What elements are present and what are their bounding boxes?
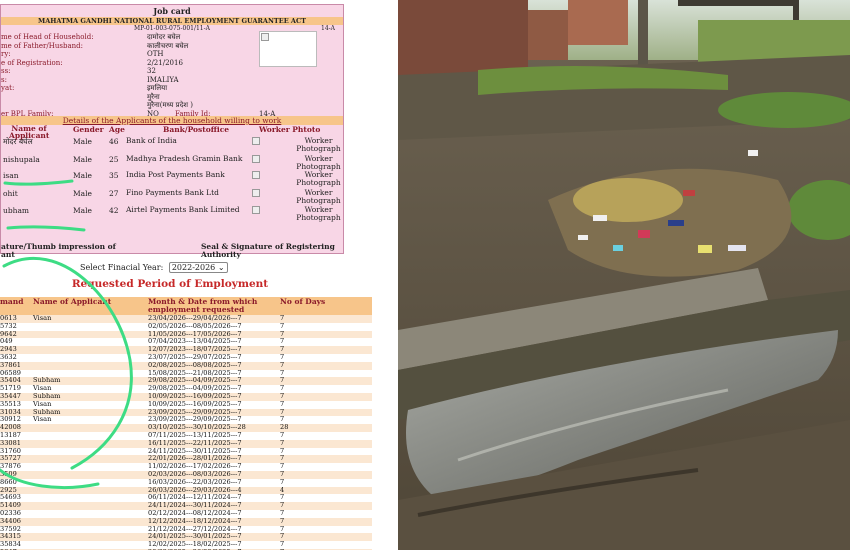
worker-photo-label: Worker Photograph <box>296 205 341 222</box>
applicant-age: 42 <box>109 206 119 215</box>
financial-year-select[interactable]: 2022-2026 ⌄ <box>168 262 228 273</box>
household-field-row: ss: 32 <box>1 67 345 76</box>
header-bank: Bank/Postoffice <box>163 125 230 134</box>
header-demand: mand <box>0 297 24 306</box>
field-value: मुरैना(मध्य प्रदेश ) <box>147 101 193 109</box>
header-applicant: Name of Applicant <box>33 297 112 306</box>
field-label: me of Father/Husband: <box>1 41 83 50</box>
household-field-row: मुरैना(मध्य प्रदेश ) <box>1 101 345 110</box>
applicant-bank: Madhya Pradesh Gramin Bank <box>126 154 243 163</box>
photo-panel <box>398 0 850 550</box>
household-field-row: मुरैना <box>1 93 345 102</box>
field-value: 32 <box>147 67 156 75</box>
applicant-gender: Male <box>73 189 92 198</box>
applicant-gender: Male <box>73 171 92 180</box>
authority-signature-label: Seal & Signature of Registering Authorit… <box>201 242 335 259</box>
applicant-name: ubham <box>3 206 30 215</box>
field-value: इमलिया <box>147 84 168 92</box>
pole <box>638 0 648 70</box>
worker-photo-label: Worker Photograph <box>296 154 341 171</box>
applicant-name: nishupala <box>3 155 40 164</box>
field-value: मुरैना <box>147 92 160 101</box>
applicant-row: मोदर बघेल Male 46 Bank of India Worker Photo… <box>1 137 343 154</box>
broken-image-icon <box>252 155 260 163</box>
employment-header-row: mand Name of Applicant Month & Date from… <box>0 297 372 315</box>
broken-image-icon <box>252 137 260 145</box>
financial-year-value: 2022-2026 <box>171 263 216 272</box>
applicant-name: Visan <box>33 415 52 424</box>
worker-photo-label: Worker Photograph <box>296 188 341 205</box>
header-age: Age <box>109 125 125 134</box>
financial-year-row: Select Finacial Year: 2022-2026 ⌄ <box>80 262 228 273</box>
broken-image-icon <box>252 206 260 214</box>
field-value: OTH <box>147 50 164 58</box>
field-label: s: <box>1 75 7 84</box>
applicant-bank: Airtel Payments Bank Limited <box>126 205 240 214</box>
field-value: कालीचरण बघेल <box>147 41 189 50</box>
job-card-title: Job card <box>153 6 191 16</box>
applicant-name: Visan <box>33 314 52 322</box>
applicant-gender: Male <box>73 155 92 164</box>
applicant-age: 35 <box>109 171 119 180</box>
applicant-signature-label: ature/Thumb impression of ant <box>1 242 116 259</box>
applicant-row: ubham Male 42 Airtel Payments Bank Limited W… <box>1 206 343 223</box>
field-value: दामोदर बघेल <box>147 33 181 41</box>
drainage-street-photo <box>398 0 850 550</box>
field-label: me of Head of Household: <box>1 33 94 41</box>
applicant-row: isan Male 35 India Post Payments Bank Worker… <box>1 171 343 188</box>
field-label: ss: <box>1 67 11 75</box>
brick-wall <box>398 0 528 75</box>
header-period: Month & Date from which employment reque… <box>148 297 258 314</box>
applicant-bank: Bank of India <box>126 136 177 145</box>
financial-year-label: Select Finacial Year: <box>80 263 164 272</box>
applicant-gender: Male <box>73 137 92 146</box>
field-value: 2/21/2016 <box>147 58 183 67</box>
registration-value: MP-01-003-075-001/11-A <box>134 25 210 32</box>
document-screenshot-panel: Job card MAHATMA GANDHI NATIONAL RURAL E… <box>0 0 392 550</box>
family-id-top: 14-A <box>321 25 335 32</box>
applicant-name: isan <box>3 171 19 180</box>
field-value: IMALIYA <box>147 75 179 84</box>
chevron-down-icon: ⌄ <box>217 263 225 272</box>
act-heading: MAHATMA GANDHI NATIONAL RURAL EMPLOYMENT… <box>1 17 343 25</box>
household-field-row: s: IMALIYA <box>1 76 345 85</box>
applicant-row: ohit Male 27 Fino Payments Bank Ltd Worker P… <box>1 189 343 206</box>
worker-photo-label: Worker Photograph <box>296 170 341 187</box>
field-label: e of Registration: <box>1 58 63 67</box>
header-photo: Worker Phtoto <box>259 125 321 134</box>
applicant-name: ohit <box>3 189 18 198</box>
broken-image-icon <box>252 171 260 179</box>
broken-image-icon <box>261 33 269 41</box>
family-photo <box>259 31 317 67</box>
household-field-row: yat: इमलिया <box>1 84 345 93</box>
applicants-heading: Details of the Applicants of the househo… <box>1 116 343 125</box>
requested-period-title: Requested Period of Employment <box>71 278 269 290</box>
applicant-bank: Fino Payments Bank Ltd <box>126 188 219 197</box>
applicant-bank: India Post Payments Bank <box>126 170 225 179</box>
header-gender: Gender <box>73 125 104 134</box>
applicant-gender: Male <box>73 206 92 215</box>
job-card: Job card MAHATMA GANDHI NATIONAL RURAL E… <box>0 4 345 259</box>
field-label: ry: <box>1 50 11 58</box>
field-label: yat: <box>1 84 15 92</box>
header-days: No of Days <box>280 297 326 306</box>
applicant-age: 27 <box>109 189 119 198</box>
applicant-age: 46 <box>109 137 119 146</box>
applicant-age: 25 <box>109 155 119 164</box>
worker-photo-label: Worker Photograph <box>296 136 341 153</box>
applicant-name: मोदर बघेल <box>3 137 33 146</box>
broken-image-icon <box>252 189 260 197</box>
